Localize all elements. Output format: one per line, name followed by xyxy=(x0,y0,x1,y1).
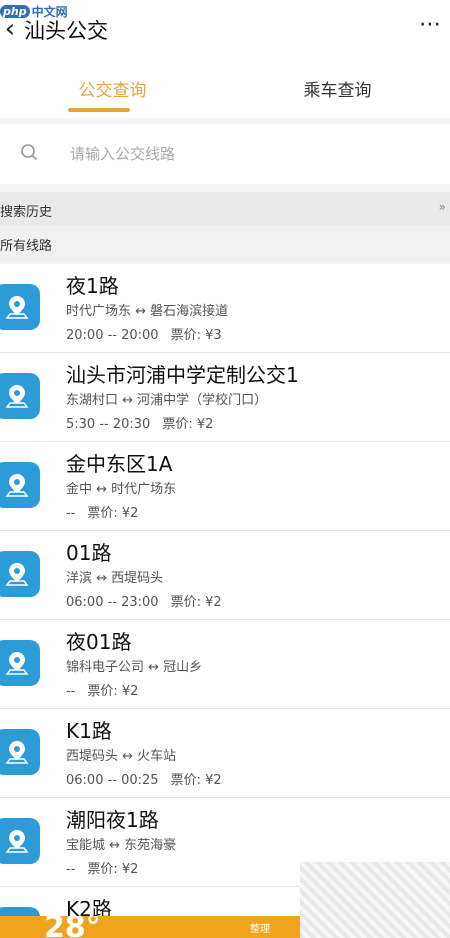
top-bar: php 中文网 ‹ 汕头公交 ⋯ xyxy=(0,0,450,58)
route-meta: 20:00 -- 20:00 票价: ¥3 xyxy=(66,324,234,343)
search-history-header: 搜索历史 » xyxy=(0,192,450,228)
route-name: 潮阳夜1路 xyxy=(66,808,159,832)
blurred-region xyxy=(300,862,450,938)
route-item-5[interactable]: 夜01路 锦科电子公司 ↔ 冠山乡 -- 票价: ¥2 xyxy=(0,620,450,709)
search-bar xyxy=(0,124,450,184)
route-time: 20:00 -- 20:00 xyxy=(66,328,159,343)
route-path: 宝能城 ↔ 东苑海豪 xyxy=(66,838,177,853)
banner-hint: 整理 xyxy=(250,924,270,935)
route-path: 洋滨 ↔ 西堤码头 xyxy=(66,571,164,586)
route-item-3[interactable]: 金中东区1A 金中 ↔ 时代广场东 -- 票价: ¥2 xyxy=(0,442,450,531)
route-item-4[interactable]: 01路 洋滨 ↔ 西堤码头 06:00 -- 23:00 票价: ¥2 xyxy=(0,531,450,620)
route-meta: -- 票价: ¥2 xyxy=(66,502,150,521)
route-item-6[interactable]: K1路 西堤码头 ↔ 火车站 06:00 -- 00:25 票价: ¥2 xyxy=(0,709,450,798)
temperature: 28° xyxy=(44,916,101,938)
route-list: 夜1路 时代广场东 ↔ 磐石海滨接道 20:00 -- 20:00 票价: ¥3 … xyxy=(0,264,450,938)
search-input[interactable] xyxy=(70,138,430,170)
route-path: 时代广场东 ↔ 磐石海滨接道 xyxy=(66,304,229,319)
route-item-1[interactable]: 夜1路 时代广场东 ↔ 磐石海滨接道 20:00 -- 20:00 票价: ¥3 xyxy=(0,264,450,353)
route-meta: 5:30 -- 20:30 票价: ¥2 xyxy=(66,413,225,432)
search-history-label: 搜索历史 xyxy=(0,204,53,220)
route-meta: -- 票价: ¥2 xyxy=(66,680,150,699)
expand-icon[interactable]: » xyxy=(439,200,446,214)
route-time: 5:30 -- 20:30 xyxy=(66,417,151,432)
map-pin-icon xyxy=(0,462,40,508)
route-path: 锦科电子公司 ↔ 冠山乡 xyxy=(66,660,203,675)
route-name: K1路 xyxy=(66,719,112,743)
tab-bus-query[interactable]: 公交查询 xyxy=(0,58,225,118)
tab-ride-query[interactable]: 乘车查询 xyxy=(225,58,450,118)
route-item-2[interactable]: 汕头市河浦中学定制公交1 东湖村口 ↔ 河浦中学（学校门口） 5:30 -- 2… xyxy=(0,353,450,442)
route-time: 06:00 -- 23:00 xyxy=(66,595,159,610)
route-name: 金中东区1A xyxy=(66,452,173,476)
route-time: -- xyxy=(66,862,76,877)
route-fare: 票价: ¥2 xyxy=(170,595,222,610)
tab-bar: 公交查询 乘车查询 xyxy=(0,58,450,118)
route-meta: 06:00 -- 23:00 票价: ¥2 xyxy=(66,591,234,610)
route-fare: 票价: ¥2 xyxy=(170,773,222,788)
more-icon[interactable]: ⋯ xyxy=(419,12,442,37)
route-time: 06:00 -- 00:25 xyxy=(66,773,159,788)
page-title: 汕头公交 xyxy=(24,19,108,43)
map-pin-icon xyxy=(0,818,40,864)
route-time: -- xyxy=(66,684,76,699)
map-pin-icon xyxy=(0,373,40,419)
tab-bus-query-label: 公交查询 xyxy=(78,80,147,101)
route-path: 东湖村口 ↔ 河浦中学（学校门口） xyxy=(66,393,268,408)
weather-banner[interactable]: 28° 整理 xyxy=(0,916,300,938)
map-pin-icon xyxy=(0,729,40,775)
route-fare: 票价: ¥2 xyxy=(87,506,139,521)
route-name: 汕头市河浦中学定制公交1 xyxy=(66,363,299,387)
route-meta: -- 票价: ¥2 xyxy=(66,858,150,877)
route-path: 西堤码头 ↔ 火车站 xyxy=(66,749,177,764)
route-name: 夜1路 xyxy=(66,274,119,298)
tab-active-indicator xyxy=(68,108,130,112)
route-meta: 06:00 -- 00:25 票价: ¥2 xyxy=(66,769,234,788)
route-fare: 票价: ¥3 xyxy=(170,328,222,343)
search-icon xyxy=(21,144,38,161)
route-name: 01路 xyxy=(66,541,112,565)
route-fare: 票价: ¥2 xyxy=(87,862,139,877)
route-name: 夜01路 xyxy=(66,630,132,654)
route-time: -- xyxy=(66,506,76,521)
map-pin-icon xyxy=(0,640,40,686)
map-pin-icon xyxy=(0,284,40,330)
tab-ride-query-label: 乘车查询 xyxy=(303,80,372,101)
back-icon[interactable]: ‹ xyxy=(0,14,20,44)
map-pin-icon xyxy=(0,551,40,597)
route-path: 金中 ↔ 时代广场东 xyxy=(66,482,177,497)
all-routes-header: 所有线路 xyxy=(0,226,450,262)
all-routes-label: 所有线路 xyxy=(0,238,53,254)
route-fare: 票价: ¥2 xyxy=(87,684,139,699)
route-fare: 票价: ¥2 xyxy=(162,417,214,432)
